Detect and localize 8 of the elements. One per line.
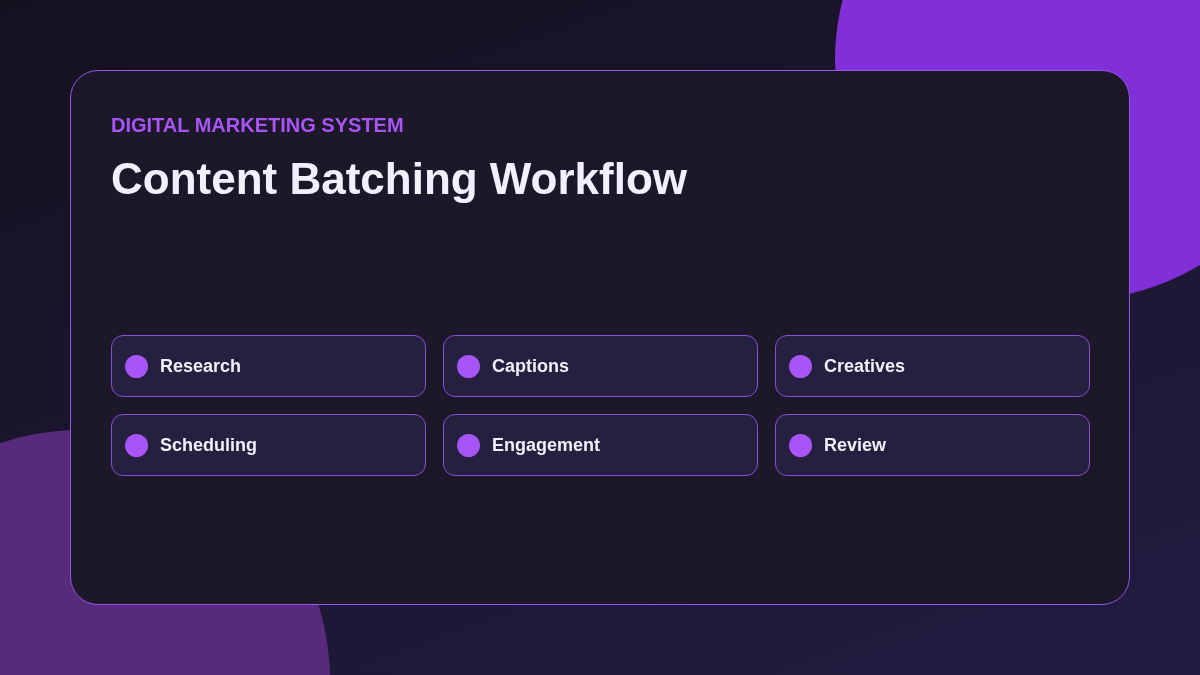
step-label: Creatives	[824, 355, 906, 377]
step-label: Scheduling	[160, 434, 257, 456]
step-label: Review	[824, 434, 887, 456]
step-label: Research	[160, 355, 242, 377]
slide-title: Content Batching Workflow	[111, 153, 689, 205]
step-label: Engagement	[492, 434, 601, 456]
step-label: Captions	[492, 355, 569, 377]
eyebrow-text: DIGITAL MARKETING SYSTEM	[111, 113, 405, 138]
